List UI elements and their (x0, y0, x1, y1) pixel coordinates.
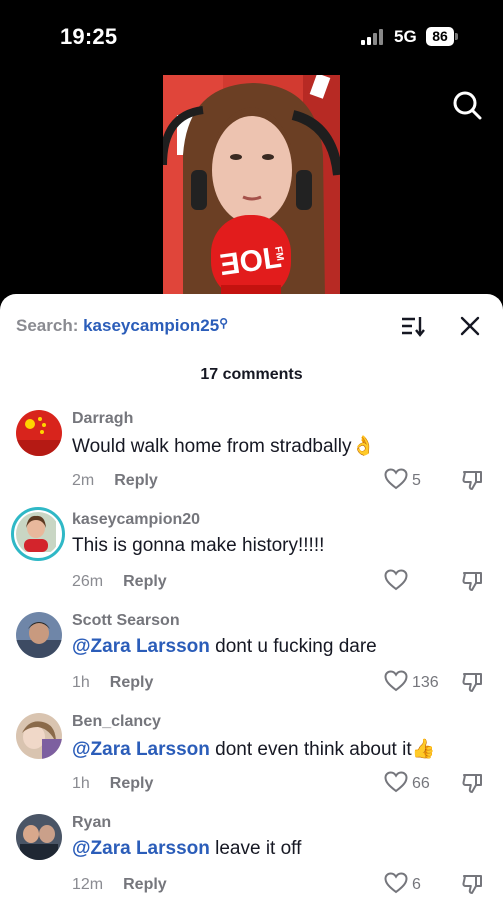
video-player[interactable]: ƎOL FM (163, 75, 340, 300)
sort-icon[interactable] (400, 314, 426, 338)
dislike-icon[interactable] (461, 468, 485, 492)
avatar[interactable] (16, 814, 62, 860)
comment-body: This is gonna make history!!!!! (72, 535, 325, 556)
comment-text: This is gonna make history!!!!! (72, 535, 324, 557)
comment-username[interactable]: Ryan (72, 814, 111, 832)
comment-item: Ben_clancy @Zara Larsson dont even think… (0, 713, 503, 814)
dislike-icon[interactable] (461, 670, 485, 694)
comment-username[interactable]: Ben_clancy (72, 713, 161, 731)
comment-body: Would walk home from stradbally (72, 436, 352, 457)
heart-icon[interactable] (384, 670, 408, 692)
comment-meta: 1h Reply (72, 775, 153, 793)
search-icon[interactable] (452, 90, 482, 120)
search-label: Search: (16, 316, 84, 335)
status-bar: 19:25 5G 86 (0, 0, 503, 70)
avatar[interactable] (16, 612, 62, 658)
comment-item: Scott Searson @Zara Larsson dont u fucki… (0, 612, 503, 713)
search-term: kaseycampion25 (83, 316, 220, 335)
comments-panel: Search: kaseycampion25⚲ 17 comments Darr… (0, 294, 503, 900)
comment-item: kaseycampion20 This is gonna make histor… (0, 507, 503, 612)
reply-button[interactable]: Reply (110, 674, 154, 691)
reply-button[interactable]: Reply (110, 775, 154, 792)
avatar[interactable] (16, 410, 62, 456)
comment-body: leave it off (209, 838, 302, 859)
search-small-icon: ⚲ (219, 316, 228, 330)
comment-time: 26m (72, 573, 104, 590)
comment-body: dont u fucking dare (209, 636, 377, 657)
comment-time: 1h (72, 674, 90, 691)
network-type: 5G (394, 27, 417, 46)
comment-username[interactable]: Darragh (72, 410, 133, 428)
emoji: 👌 (351, 436, 376, 457)
comment-text: @Zara Larsson dont even think about it👍 (72, 737, 435, 761)
heart-icon[interactable] (384, 771, 408, 793)
comment-time: 1h (72, 775, 90, 792)
signal-icon (361, 29, 387, 45)
comment-username[interactable]: Scott Searson (72, 612, 180, 630)
comment-text: @Zara Larsson leave it off (72, 838, 301, 860)
status-time: 19:25 (60, 24, 118, 49)
comment-time: 2m (72, 472, 95, 489)
comment-meta: 12m Reply (72, 876, 167, 894)
comment-time: 12m (72, 876, 104, 893)
heart-icon[interactable] (384, 468, 408, 490)
comment-item: Ryan @Zara Larsson leave it off 12m Reply… (0, 814, 503, 900)
mention-link[interactable]: @Zara Larsson (72, 739, 210, 760)
heart-icon[interactable] (384, 569, 408, 591)
comment-username[interactable]: kaseycampion20 (72, 511, 200, 529)
battery-icon: 86 (426, 27, 454, 46)
comment-meta: 26m Reply (72, 573, 167, 591)
comment-text: @Zara Larsson dont u fucking dare (72, 636, 377, 658)
emoji: 👍 (411, 739, 436, 760)
dislike-icon[interactable] (461, 569, 485, 593)
reply-button[interactable]: Reply (114, 472, 158, 489)
like-count: 5 (412, 472, 421, 489)
like-count: 136 (412, 674, 439, 691)
mention-link[interactable]: @Zara Larsson (72, 838, 210, 859)
comment-meta: 2m Reply (72, 472, 158, 490)
avatar[interactable] (11, 507, 65, 561)
heart-icon[interactable] (384, 872, 408, 894)
comment-count: 17 comments (200, 366, 303, 383)
reply-button[interactable]: Reply (123, 573, 167, 590)
like-count: 66 (412, 775, 430, 792)
comments-header: Search: kaseycampion25⚲ (0, 294, 503, 356)
reply-button[interactable]: Reply (123, 876, 167, 893)
comment-text: Would walk home from stradbally👌 (72, 434, 375, 458)
dislike-icon[interactable] (461, 771, 485, 795)
close-icon[interactable] (458, 314, 482, 338)
comment-item: Darragh Would walk home from stradbally👌… (0, 410, 503, 511)
mention-link[interactable]: @Zara Larsson (72, 636, 210, 657)
comment-meta: 1h Reply (72, 674, 153, 692)
video-frame: ƎOL FM (163, 75, 340, 300)
battery-tip (455, 33, 458, 40)
like-count: 6 (412, 876, 421, 893)
search-query[interactable]: Search: kaseycampion25⚲ (16, 316, 228, 336)
dislike-icon[interactable] (461, 872, 485, 896)
avatar[interactable] (16, 713, 62, 759)
comment-body: dont even think about it (209, 739, 412, 760)
